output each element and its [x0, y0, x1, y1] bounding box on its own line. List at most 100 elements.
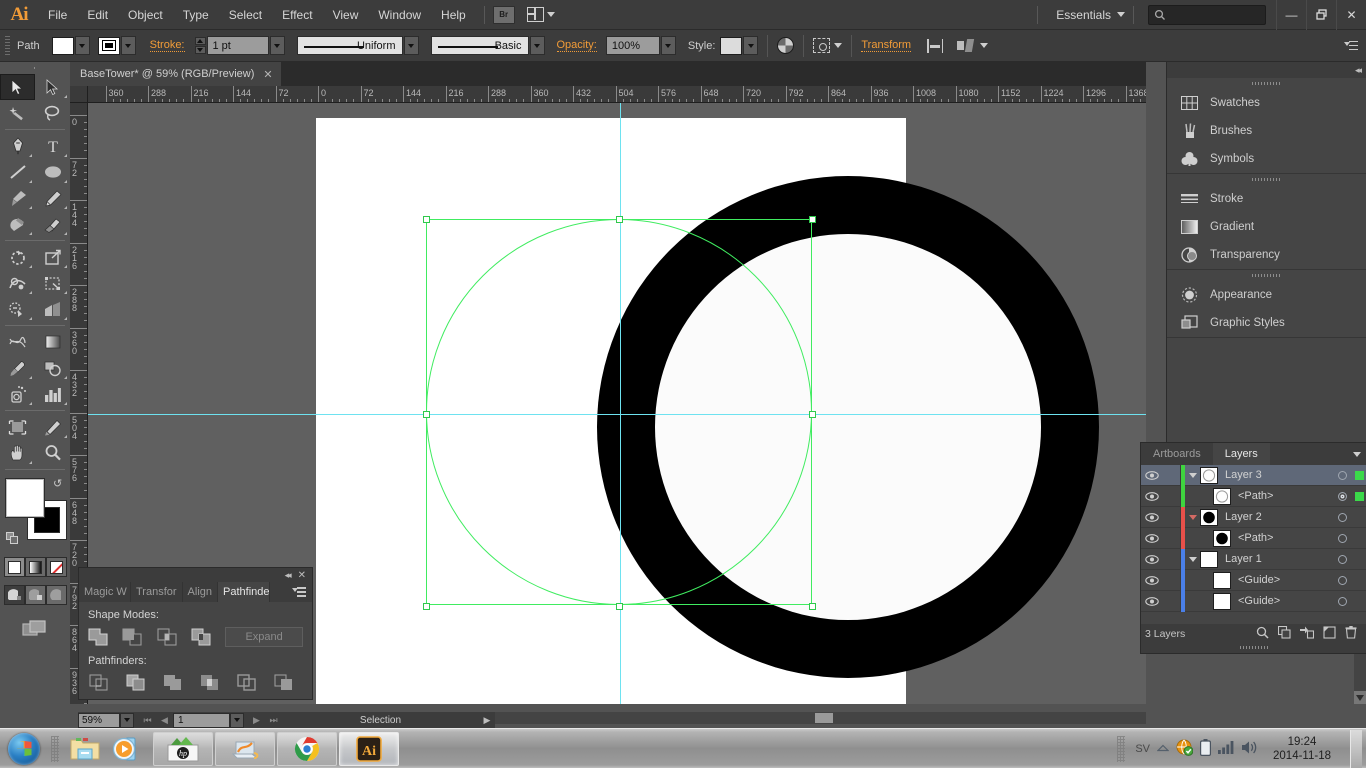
- blend-tool[interactable]: [35, 355, 70, 381]
- graphic-style-swatch[interactable]: [720, 36, 743, 55]
- perspective-grid-tool[interactable]: [35, 296, 70, 322]
- battery-icon[interactable]: [1200, 738, 1212, 759]
- expand-button[interactable]: Expand: [225, 627, 303, 647]
- close-icon[interactable]: ✕: [263, 68, 272, 81]
- visibility-toggle[interactable]: [1141, 512, 1163, 522]
- close-button[interactable]: ✕: [1336, 0, 1366, 30]
- gradient-tool[interactable]: [35, 329, 70, 355]
- tab-layers[interactable]: Layers: [1212, 443, 1270, 465]
- minus-front-button[interactable]: [122, 627, 143, 647]
- minus-back-button[interactable]: [273, 673, 295, 693]
- distribute-icon[interactable]: [957, 38, 975, 53]
- target-indicator[interactable]: [1331, 575, 1353, 585]
- blob-brush-tool[interactable]: [0, 211, 35, 237]
- taskbar-item-photo-app[interactable]: [215, 731, 275, 766]
- workspace-switcher-label[interactable]: Essentials: [1046, 8, 1117, 22]
- lock-toggle[interactable]: [1163, 569, 1181, 591]
- transform-link[interactable]: Transform: [861, 39, 912, 52]
- expand-triangle[interactable]: [1185, 514, 1200, 520]
- normal-screen-mode-button[interactable]: [4, 585, 25, 605]
- tab-artboards[interactable]: Artboards: [1141, 443, 1213, 465]
- create-new-sublayer-icon[interactable]: [1300, 626, 1315, 642]
- fill-dropdown-button[interactable]: [74, 36, 90, 55]
- shape-builder-tool[interactable]: [0, 296, 35, 322]
- target-indicator[interactable]: [1331, 491, 1353, 501]
- zoom-tool[interactable]: [35, 440, 70, 466]
- signal-icon[interactable]: [1218, 740, 1234, 757]
- locate-object-icon[interactable]: [1256, 626, 1269, 642]
- stroke-dropdown-button[interactable]: [120, 36, 136, 55]
- media-player-icon[interactable]: [107, 732, 147, 766]
- tab-pathfinder[interactable]: Pathfinder: [218, 582, 271, 602]
- layer-name[interactable]: Layer 3: [1218, 469, 1331, 481]
- selection-handle-top-left[interactable]: [423, 216, 430, 223]
- layers-panel-resize-grip[interactable]: [1141, 644, 1366, 651]
- visibility-toggle[interactable]: [1141, 596, 1163, 606]
- exclude-button[interactable]: [191, 627, 211, 647]
- slice-tool[interactable]: [35, 414, 70, 440]
- selection-handle-bottom-left[interactable]: [423, 603, 430, 610]
- dock-item-transparency[interactable]: Transparency: [1167, 241, 1366, 269]
- none-button[interactable]: [46, 557, 67, 577]
- create-new-layer-icon[interactable]: [1323, 626, 1336, 642]
- variable-width-profile-select[interactable]: Uniform: [296, 36, 403, 55]
- select-similar-icon[interactable]: [813, 38, 831, 53]
- stroke-weight-dropdown-button[interactable]: [269, 36, 285, 55]
- stroke-weight-stepper[interactable]: [194, 37, 206, 54]
- stroke-color-swatch[interactable]: [97, 36, 120, 55]
- document-tab[interactable]: BaseTower* @ 59% (RGB/Preview) ✕: [70, 62, 282, 86]
- opacity-dropdown-button[interactable]: [660, 36, 676, 55]
- lock-toggle[interactable]: [1163, 527, 1181, 549]
- control-bar-grip[interactable]: [4, 34, 12, 57]
- visibility-toggle[interactable]: [1141, 470, 1163, 480]
- gradient-button[interactable]: [25, 557, 46, 577]
- network-icon[interactable]: [1176, 739, 1194, 759]
- table-row[interactable]: <Guide>: [1141, 569, 1366, 591]
- restore-button[interactable]: [1306, 0, 1336, 30]
- stepper-down-icon[interactable]: [194, 46, 206, 54]
- expand-dock-icon[interactable]: ◂◂: [1355, 65, 1362, 76]
- rotate-tool[interactable]: [0, 244, 35, 270]
- selection-handle-bottom-right[interactable]: [809, 603, 816, 610]
- target-indicator[interactable]: [1331, 596, 1353, 606]
- workspace-chevron-down-icon[interactable]: [1117, 12, 1125, 17]
- default-fill-stroke-icon[interactable]: [6, 532, 19, 545]
- horizontal-ruler[interactable]: 360 288 216 144 72 0 72 144 216 288 360 432 504 576 64…: [70, 86, 1146, 103]
- taskbar-item-adobe-illustrator[interactable]: Ai: [339, 731, 399, 766]
- menu-effect[interactable]: Effect: [272, 0, 322, 30]
- opacity-icon[interactable]: [777, 37, 795, 54]
- tab-transform[interactable]: Transfor: [131, 582, 183, 602]
- dock-titlebar[interactable]: ◂◂: [1167, 62, 1366, 78]
- visibility-toggle[interactable]: [1141, 554, 1163, 564]
- selection-handle-middle-right[interactable]: [809, 411, 816, 418]
- pathfinder-panel-menu-button[interactable]: [292, 582, 312, 602]
- selection-handle-middle-left[interactable]: [423, 411, 430, 418]
- pen-tool[interactable]: [0, 133, 35, 159]
- layer-name[interactable]: Layer 1: [1218, 553, 1331, 565]
- outline-button[interactable]: [236, 673, 258, 693]
- dock-group-3-handle[interactable]: [1167, 270, 1366, 281]
- artboard-number-input[interactable]: 1: [173, 712, 230, 728]
- stepper-up-icon[interactable]: [194, 37, 206, 45]
- visibility-toggle[interactable]: [1141, 491, 1163, 501]
- select-similar-chevron-down-icon[interactable]: [834, 43, 843, 48]
- selection-handle-bottom-center[interactable]: [616, 603, 623, 610]
- arrange-documents-button[interactable]: [526, 7, 555, 22]
- symbol-sprayer-tool[interactable]: [0, 381, 35, 407]
- menu-view[interactable]: View: [323, 0, 369, 30]
- dock-item-swatches[interactable]: Swatches: [1167, 89, 1366, 117]
- clock[interactable]: 19:24 2014-11-18: [1265, 735, 1339, 763]
- show-desktop-button[interactable]: [1350, 729, 1362, 768]
- eyedropper-tool[interactable]: [0, 355, 35, 381]
- distribute-chevron-down-icon[interactable]: [980, 43, 989, 48]
- next-artboard-button[interactable]: ▶: [248, 713, 265, 728]
- taskbar-item-hp-support[interactable]: hp: [153, 731, 213, 766]
- artboard-tool[interactable]: [0, 414, 35, 440]
- selection-indicator[interactable]: [1353, 470, 1366, 480]
- crop-button[interactable]: [199, 673, 221, 693]
- fill-color-box[interactable]: [6, 479, 44, 517]
- last-artboard-button[interactable]: ⏭: [265, 713, 282, 728]
- zoom-level-input[interactable]: 59%: [78, 712, 120, 728]
- target-indicator[interactable]: [1331, 533, 1353, 543]
- show-hidden-icons-button[interactable]: [1156, 743, 1170, 755]
